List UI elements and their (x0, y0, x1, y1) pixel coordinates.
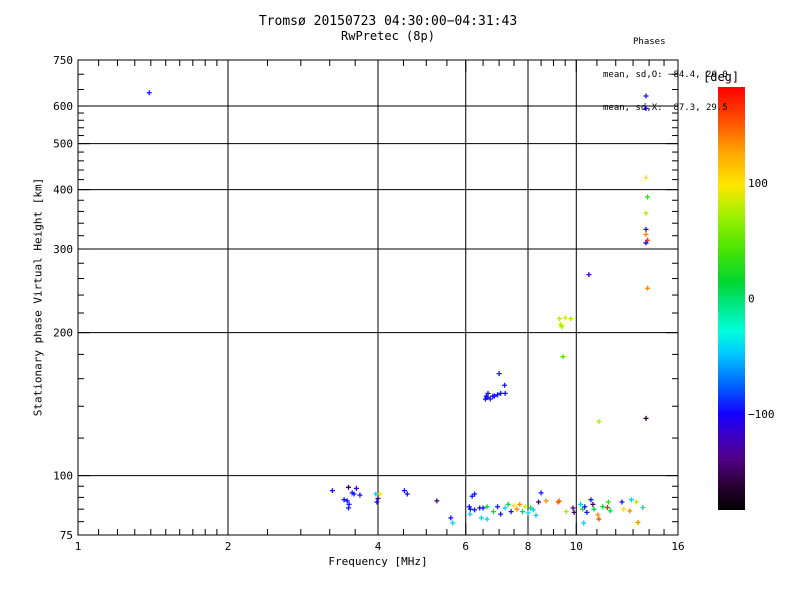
data-point (640, 504, 646, 510)
data-point (517, 501, 523, 507)
colorbar-tick-label: 0 (748, 293, 755, 306)
data-point (595, 512, 601, 518)
data-point (563, 509, 569, 515)
data-point (627, 508, 633, 514)
data-point (628, 497, 634, 503)
data-point (633, 499, 639, 505)
x-tick-label: 16 (671, 540, 684, 553)
data-point (467, 506, 473, 512)
y-tick-label: 600 (53, 100, 73, 113)
data-point (434, 498, 440, 504)
data-point (502, 505, 508, 511)
data-point (502, 382, 508, 388)
data-point (329, 488, 335, 494)
y-tick-label: 300 (53, 243, 73, 256)
data-point (588, 497, 594, 503)
data-point (374, 499, 380, 505)
y-tick-label: 750 (53, 54, 73, 67)
data-point (490, 509, 496, 515)
data-point (466, 504, 472, 510)
data-point (619, 499, 625, 505)
data-point (607, 508, 613, 514)
data-point (562, 315, 568, 321)
data-point (643, 226, 649, 232)
y-tick-label: 75 (60, 529, 73, 542)
data-point (643, 175, 649, 181)
data-point (604, 504, 610, 510)
data-point (560, 354, 566, 360)
data-point (536, 499, 542, 505)
data-point (514, 506, 520, 512)
data-point (357, 492, 363, 498)
y-tick-label: 100 (53, 470, 73, 483)
data-point (596, 419, 602, 425)
data-point (556, 316, 562, 322)
data-point (502, 390, 508, 396)
data-point (522, 504, 528, 510)
data-point (467, 511, 473, 517)
data-point (600, 504, 606, 510)
data-point (495, 504, 501, 510)
data-point (645, 194, 651, 200)
colorbar-tick-label: 100 (748, 177, 768, 190)
data-point (496, 371, 502, 377)
x-tick-label: 1 (75, 540, 82, 553)
data-point (621, 506, 627, 512)
phase-stats-title: Phases (633, 37, 666, 47)
data-point (533, 512, 539, 518)
data-point (404, 491, 410, 497)
data-point (520, 509, 526, 515)
data-point (401, 488, 407, 494)
y-tick-label: 400 (53, 184, 73, 197)
x-tick-label: 8 (525, 540, 532, 553)
data-point (146, 90, 152, 96)
data-point (353, 485, 359, 491)
data-point (543, 498, 549, 504)
data-point (505, 501, 511, 507)
x-tick-label: 10 (570, 540, 583, 553)
data-point (568, 316, 574, 322)
x-tick-label: 6 (462, 540, 469, 553)
y-tick-label: 200 (53, 327, 73, 340)
x-tick-label: 2 (225, 540, 232, 553)
data-point (643, 415, 649, 421)
ionogram-plot-window: 1 2 4 6 8 10 16 75 100 200 300 400 500 600 750 100 0 −100… (0, 0, 800, 600)
data-point (635, 519, 641, 525)
data-point (586, 272, 592, 278)
data-point (375, 496, 381, 502)
data-point (581, 520, 587, 526)
data-point (508, 509, 514, 515)
data-point (591, 506, 597, 512)
data-point (538, 490, 544, 496)
data-point (645, 285, 651, 291)
data-point (590, 501, 596, 507)
x-tick-label: 4 (375, 540, 382, 553)
data-point (584, 509, 590, 515)
data-point (605, 499, 611, 505)
data-point (345, 484, 351, 490)
data-point (498, 511, 504, 517)
data-point (472, 507, 478, 513)
data-point (511, 503, 517, 509)
x-axis-label: Frequency [MHz] (328, 555, 428, 568)
data-point (643, 210, 649, 216)
data-point (570, 505, 576, 511)
data-point (478, 515, 484, 521)
phase-stats-line-x: mean, sd,X: 87.3, 29.5 (603, 103, 728, 113)
colorbar-gradient (718, 87, 745, 510)
y-tick-label: 500 (53, 138, 73, 151)
data-point (525, 510, 531, 516)
data-point (448, 515, 454, 521)
data-point (345, 505, 351, 511)
y-axis-label: Stationary phase Virtual Height [km] (31, 177, 45, 417)
colorbar-unit-label: [deg] (703, 70, 740, 84)
data-point (596, 516, 602, 522)
data-point (484, 516, 490, 522)
colorbar-tick-label: −100 (748, 408, 775, 421)
data-point (450, 520, 456, 526)
data-point (643, 231, 649, 237)
